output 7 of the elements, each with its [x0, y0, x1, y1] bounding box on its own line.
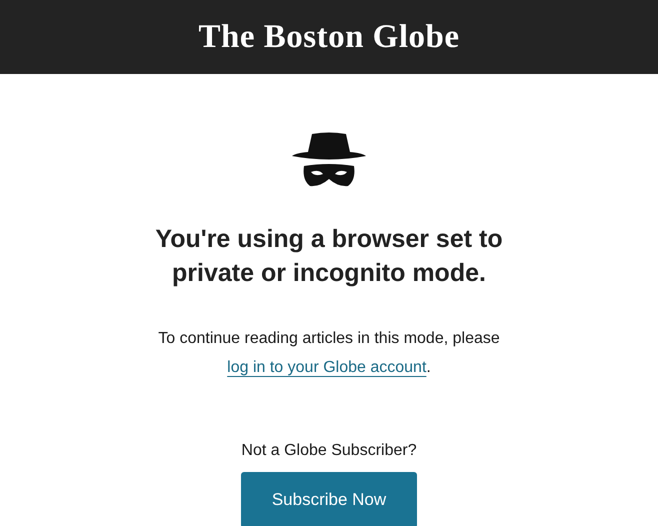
logo[interactable]: The Boston Globe [198, 18, 460, 56]
message-text: To continue reading articles in this mode, please log in to your Globe account. [157, 329, 501, 378]
heading: You're using a browser set to private or incognito mode. [154, 224, 504, 289]
incognito-icon [292, 132, 366, 188]
subscriber-prompt: Not a Globe Subscriber? [241, 442, 417, 460]
login-link[interactable]: log in to your Globe account [227, 359, 426, 376]
subscribe-button[interactable]: Subscribe Now [241, 472, 417, 526]
